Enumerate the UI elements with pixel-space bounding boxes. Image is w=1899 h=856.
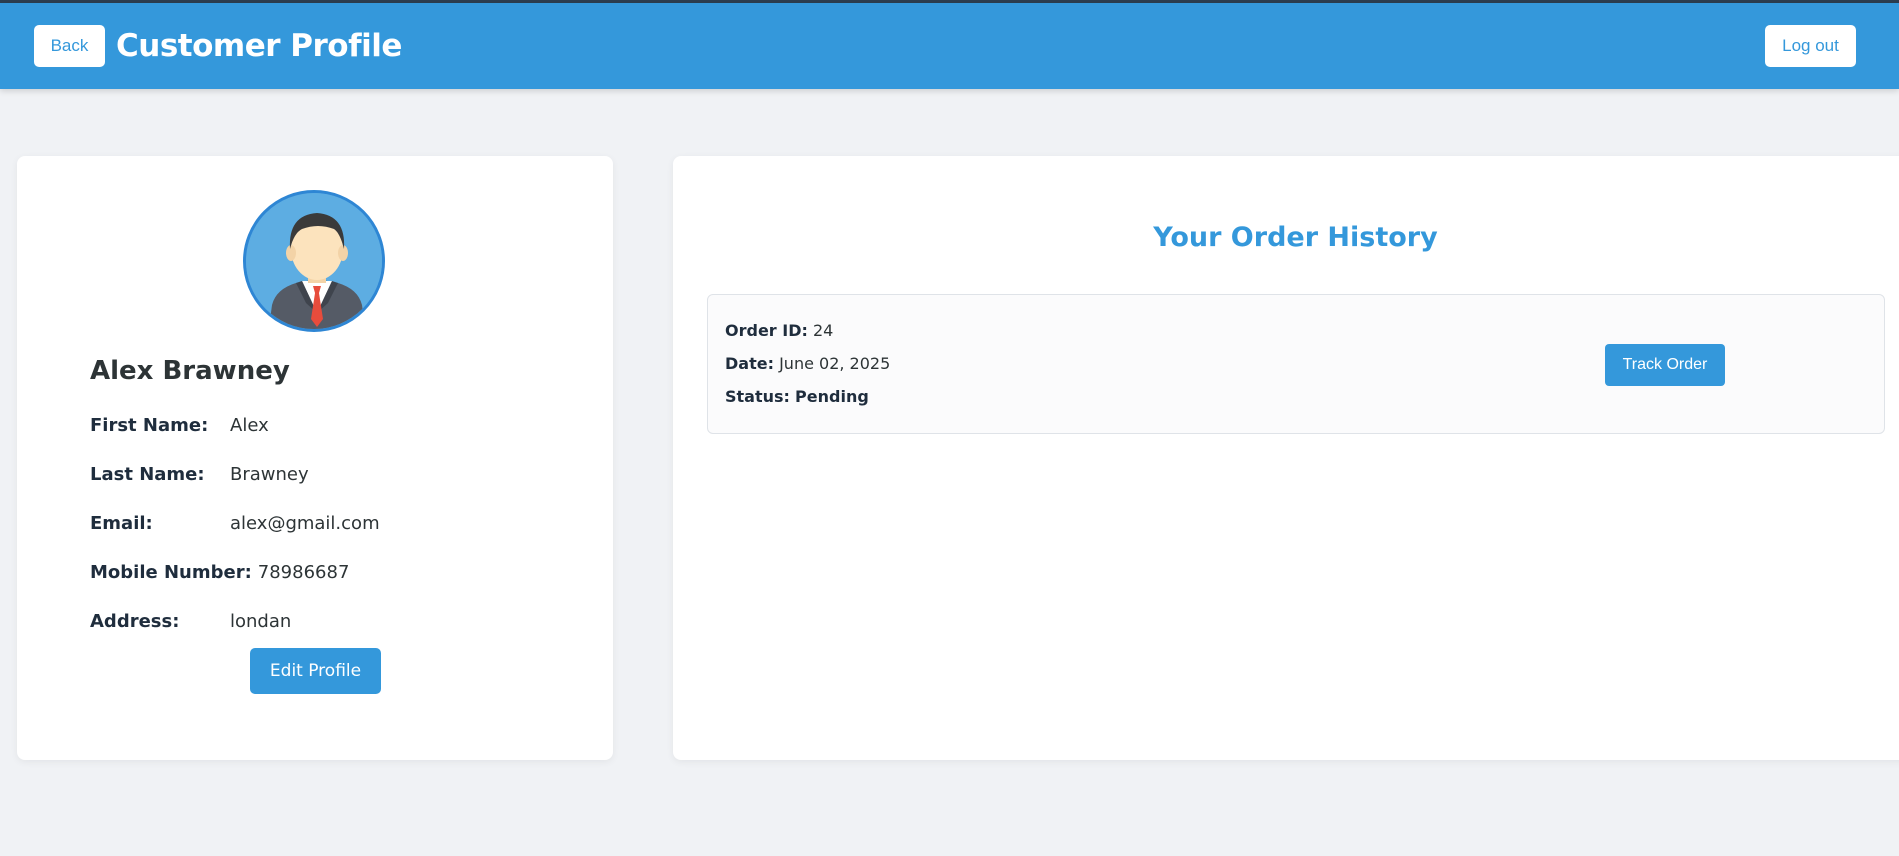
email-value: alex@gmail.com [230,512,380,534]
mobile-number-label: Mobile Number: [90,561,252,583]
order-item: Order ID: 24 Date: June 02, 2025 Status:… [707,294,1885,434]
order-date-label: Date: [725,354,774,373]
order-status-line: Status: Pending [725,387,869,406]
page-title: Customer Profile [116,28,402,64]
order-date-line: Date: June 02, 2025 [725,354,890,373]
email-label: Email: [90,512,153,534]
first-name-row: First Name: Alex [90,410,269,440]
address-value: londan [230,610,292,632]
avatar-illustration [246,193,382,329]
back-button[interactable]: Back [34,25,105,67]
edit-profile-button[interactable]: Edit Profile [250,648,381,694]
logout-button[interactable]: Log out [1765,25,1856,67]
last-name-label: Last Name: [90,463,205,485]
mobile-number-value: 78986687 [257,561,350,583]
order-id-line: Order ID: 24 [725,321,833,340]
address-label: Address: [90,610,180,632]
order-history-card: Your Order History Order ID: 24 Date: Ju… [673,156,1899,760]
last-name-value: Brawney [230,463,309,485]
order-id-value: 24 [812,321,834,340]
first-name-label: First Name: [90,414,209,436]
profile-name: Alex Brawney [90,356,290,386]
app-header: Back Customer Profile Log out [0,3,1899,89]
order-date-value: June 02, 2025 [779,354,891,373]
order-status-value: Pending [795,387,869,406]
last-name-row: Last Name: Brawney [90,459,309,489]
track-order-button[interactable]: Track Order [1605,344,1725,386]
order-status-label: Status: [725,387,790,406]
first-name-value: Alex [230,414,269,436]
order-history-title: Your Order History [1153,222,1438,253]
address-row: Address: londan [90,606,291,636]
profile-card: Alex Brawney First Name: Alex Last Name:… [17,156,613,760]
person-avatar-icon [243,190,385,332]
mobile-number-row: Mobile Number: 78986687 [90,557,349,587]
order-id-label: Order ID: [725,321,808,340]
email-row: Email: alex@gmail.com [90,508,380,538]
